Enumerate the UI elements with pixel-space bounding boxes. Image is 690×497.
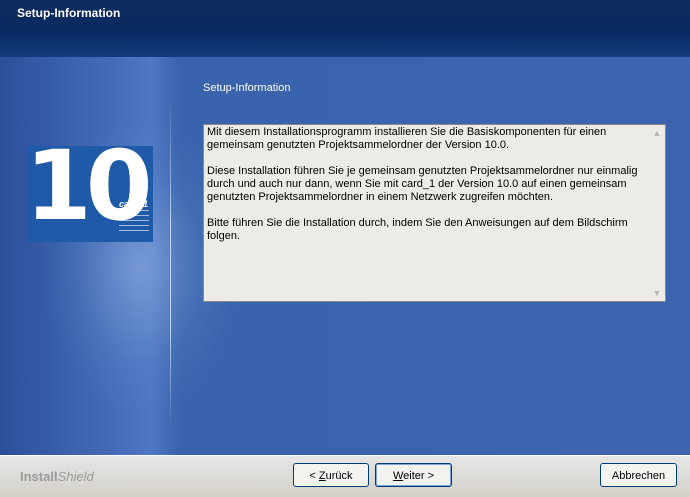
logo-fine-print [119,210,149,235]
info-text: Mit diesem Installationsprogramm install… [204,126,655,256]
scroll-up-arrow-icon[interactable]: ▲ [649,125,665,141]
installshield-brand: InstallShield [20,469,94,484]
vertical-scrollbar[interactable]: ▲ ▼ [649,125,665,301]
back-accel-key: Z [318,470,326,482]
next-accel-key: W [392,470,404,482]
back-label: urück [325,470,353,482]
section-heading: Setup-Information [203,82,291,94]
info-paragraph-3: Bitte führen Sie die Installation durch,… [207,217,628,242]
title-bar: Setup-Information [0,0,690,57]
brand-part-1: Install [20,469,58,484]
product-logo: 10 card_1 [27,146,153,242]
next-button[interactable]: Weiter > [375,463,452,487]
footer-bar: InstallShield < Zurück Weiter > Abbreche… [0,455,690,497]
info-text-box[interactable]: Mit diesem Installationsprogramm install… [203,124,666,302]
back-button[interactable]: < Zurück [293,463,369,487]
scroll-down-arrow-icon[interactable]: ▼ [649,285,665,301]
cancel-button[interactable]: Abbrechen [600,463,677,487]
back-prefix: < [309,470,319,482]
logo-product-name: card_1 [119,199,149,209]
brand-part-2: Shield [57,469,94,484]
window-title: Setup-Information [17,6,121,20]
info-paragraph-1: Mit diesem Installationsprogramm install… [207,126,607,151]
next-label: eiter > [403,470,435,482]
info-paragraph-2: Diese Installation führen Sie je gemeins… [207,165,638,203]
divider-line [170,97,171,427]
